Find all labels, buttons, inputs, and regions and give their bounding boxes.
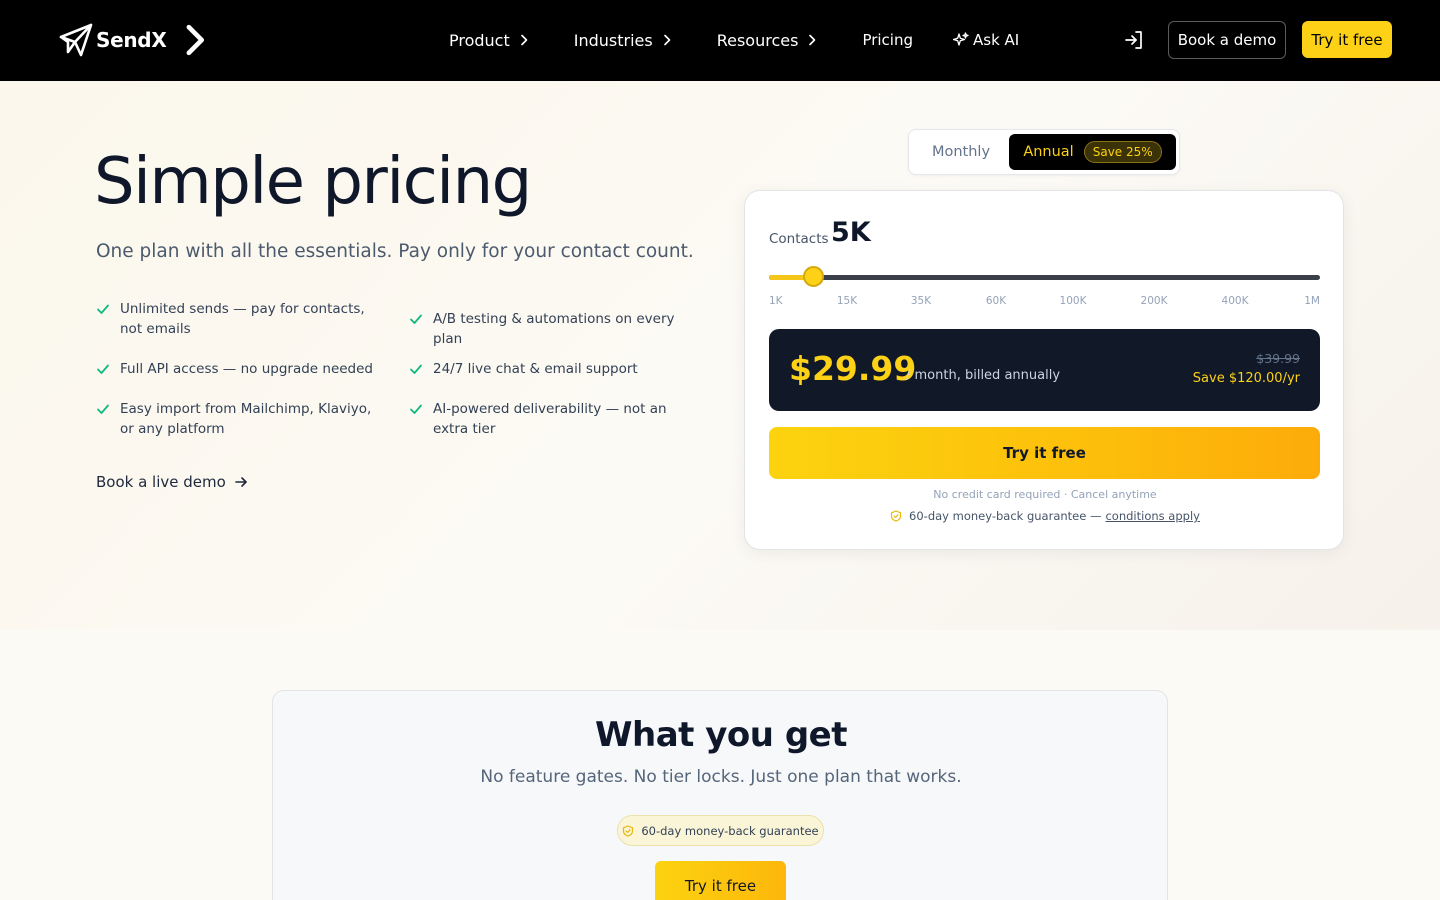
price-value: $29.99: [789, 349, 917, 388]
feature-text: 24/7 live chat & email support: [433, 361, 638, 377]
slider-tick: 100K: [1059, 295, 1087, 307]
what-you-get-section: What you get No feature gates. No tier l…: [272, 690, 1168, 900]
check-icon: [410, 364, 422, 374]
slider-tick: 400K: [1221, 295, 1249, 307]
feature-item: Unlimited sends — pay for contacts, not …: [96, 299, 386, 339]
book-live-demo-label: Book a live demo: [96, 473, 226, 491]
paper-plane-icon: [59, 23, 93, 57]
feature-item: AI-powered deliverability — not an extra…: [409, 399, 699, 439]
section-title: What you get: [595, 715, 847, 755]
feature-item: A/B testing & automations on every plan: [409, 309, 699, 349]
login-icon[interactable]: [1123, 29, 1145, 51]
feature-text: AI-powered deliverability — not an extra…: [433, 401, 667, 437]
feature-text: A/B testing & automations on every plan: [433, 311, 675, 347]
pricing-hero: Simple pricing One plan with all the ess…: [0, 81, 1440, 630]
sparkle-icon: [953, 32, 969, 46]
nav-pricing[interactable]: Pricing: [862, 31, 913, 49]
book-live-demo-link[interactable]: Book a live demo: [96, 473, 248, 491]
chevron-right-icon: [663, 34, 671, 46]
chevron-right-icon: [809, 34, 816, 46]
fine-print: No credit card required · Cancel anytime: [933, 488, 1157, 501]
price-period: / month, billed annually: [906, 368, 1061, 383]
guarantee-line: 60-day money-back guarantee — conditions…: [745, 509, 1345, 523]
check-icon: [97, 304, 109, 314]
nav-pricing-label: Pricing: [862, 31, 913, 49]
slider-tick: 200K: [1140, 295, 1168, 307]
section-subtitle: No feature gates. No tier locks. Just on…: [480, 767, 962, 787]
hero-subtitle: One plan with all the essentials. Pay on…: [96, 241, 694, 262]
feature-item: Full API access — no upgrade needed: [96, 359, 386, 379]
billing-annual-option[interactable]: Annual Save 25%: [1009, 134, 1176, 170]
feature-item: 24/7 live chat & email support: [409, 359, 699, 379]
brand-name: SendX: [96, 28, 167, 52]
price-box: $29.99 / month, billed annually $39.99 S…: [769, 329, 1320, 411]
check-icon: [97, 404, 109, 414]
savings-text: Save $120.00/yr: [1192, 371, 1300, 386]
contacts-slider[interactable]: [769, 266, 1320, 287]
try-free-section-button[interactable]: Try it free: [655, 861, 786, 900]
slider-tick: 60K: [985, 295, 1007, 307]
check-icon: [410, 314, 422, 324]
check-icon: [410, 404, 422, 414]
slider-tick: 35K: [910, 295, 932, 307]
try-free-card-button[interactable]: Try it free: [769, 427, 1320, 479]
title-highlight: pricing: [318, 145, 537, 219]
slider-tick: 15K: [836, 295, 858, 307]
nav-product-label: Product: [449, 30, 510, 50]
chevron-right-icon: [520, 34, 528, 46]
check-icon: [97, 364, 109, 374]
nav-resources-label: Resources: [716, 30, 799, 50]
nav-product[interactable]: Product: [449, 31, 530, 50]
slider-tick: 1M: [1304, 295, 1320, 307]
slider-tick: 1K: [769, 295, 783, 307]
guarantee-badge: 60-day money-back guarantee: [617, 815, 824, 846]
feature-text: Easy import from Mailchimp, Klaviyo, or …: [120, 401, 372, 437]
chevron-right-icon[interactable]: [176, 22, 212, 58]
contacts-value: 5K: [831, 217, 871, 248]
title-text: Simple: [94, 145, 323, 219]
arrow-right-icon: [235, 477, 247, 487]
page-title: Simple pricing: [94, 145, 537, 219]
brand-logo[interactable]: SendX: [58, 22, 212, 58]
guarantee-text: 60-day money-back guarantee —: [909, 509, 1102, 523]
guarantee-badge-text: 60-day money-back guarantee: [641, 823, 819, 838]
try-free-nav-button[interactable]: Try it free: [1302, 21, 1392, 58]
contacts-label: Contacts: [769, 231, 829, 247]
billing-monthly-option[interactable]: Monthly: [913, 134, 1009, 170]
pricing-card: Contacts 5K 1K 15K 35K 60K 100K 200K 400K 1M $2…: [744, 190, 1344, 550]
nav-industries-label: Industries: [573, 30, 653, 50]
nav-ask-ai[interactable]: Ask AI: [953, 31, 1019, 49]
top-nav: SendX Product Industries Resources Prici…: [0, 0, 1440, 81]
nav-resources[interactable]: Resources: [717, 31, 819, 50]
billing-toggle: Monthly Annual Save 25%: [908, 129, 1180, 175]
shield-check-icon: [623, 824, 634, 837]
slider-ticks: 1K 15K 35K 60K 100K 200K 400K 1M: [769, 295, 1320, 309]
feature-item: Easy import from Mailchimp, Klaviyo, or …: [96, 399, 386, 439]
feature-text: Unlimited sends — pay for contacts, not …: [120, 301, 365, 337]
nav-links: Product Industries Resources Pricing Ask…: [449, 27, 1059, 53]
nav-industries[interactable]: Industries: [574, 31, 673, 50]
book-demo-button[interactable]: Book a demo: [1168, 21, 1286, 59]
slider-thumb[interactable]: [802, 266, 824, 287]
shield-check-icon: [890, 510, 902, 522]
feature-text: Full API access — no upgrade needed: [120, 361, 373, 377]
old-price: $39.99: [1256, 351, 1300, 366]
title-highlight-text: pricing: [322, 145, 532, 219]
conditions-link[interactable]: conditions apply: [1105, 509, 1199, 523]
billing-annual-label: Annual: [1023, 144, 1074, 160]
nav-ask-ai-label: Ask AI: [973, 31, 1020, 49]
save-badge: Save 25%: [1083, 141, 1162, 163]
